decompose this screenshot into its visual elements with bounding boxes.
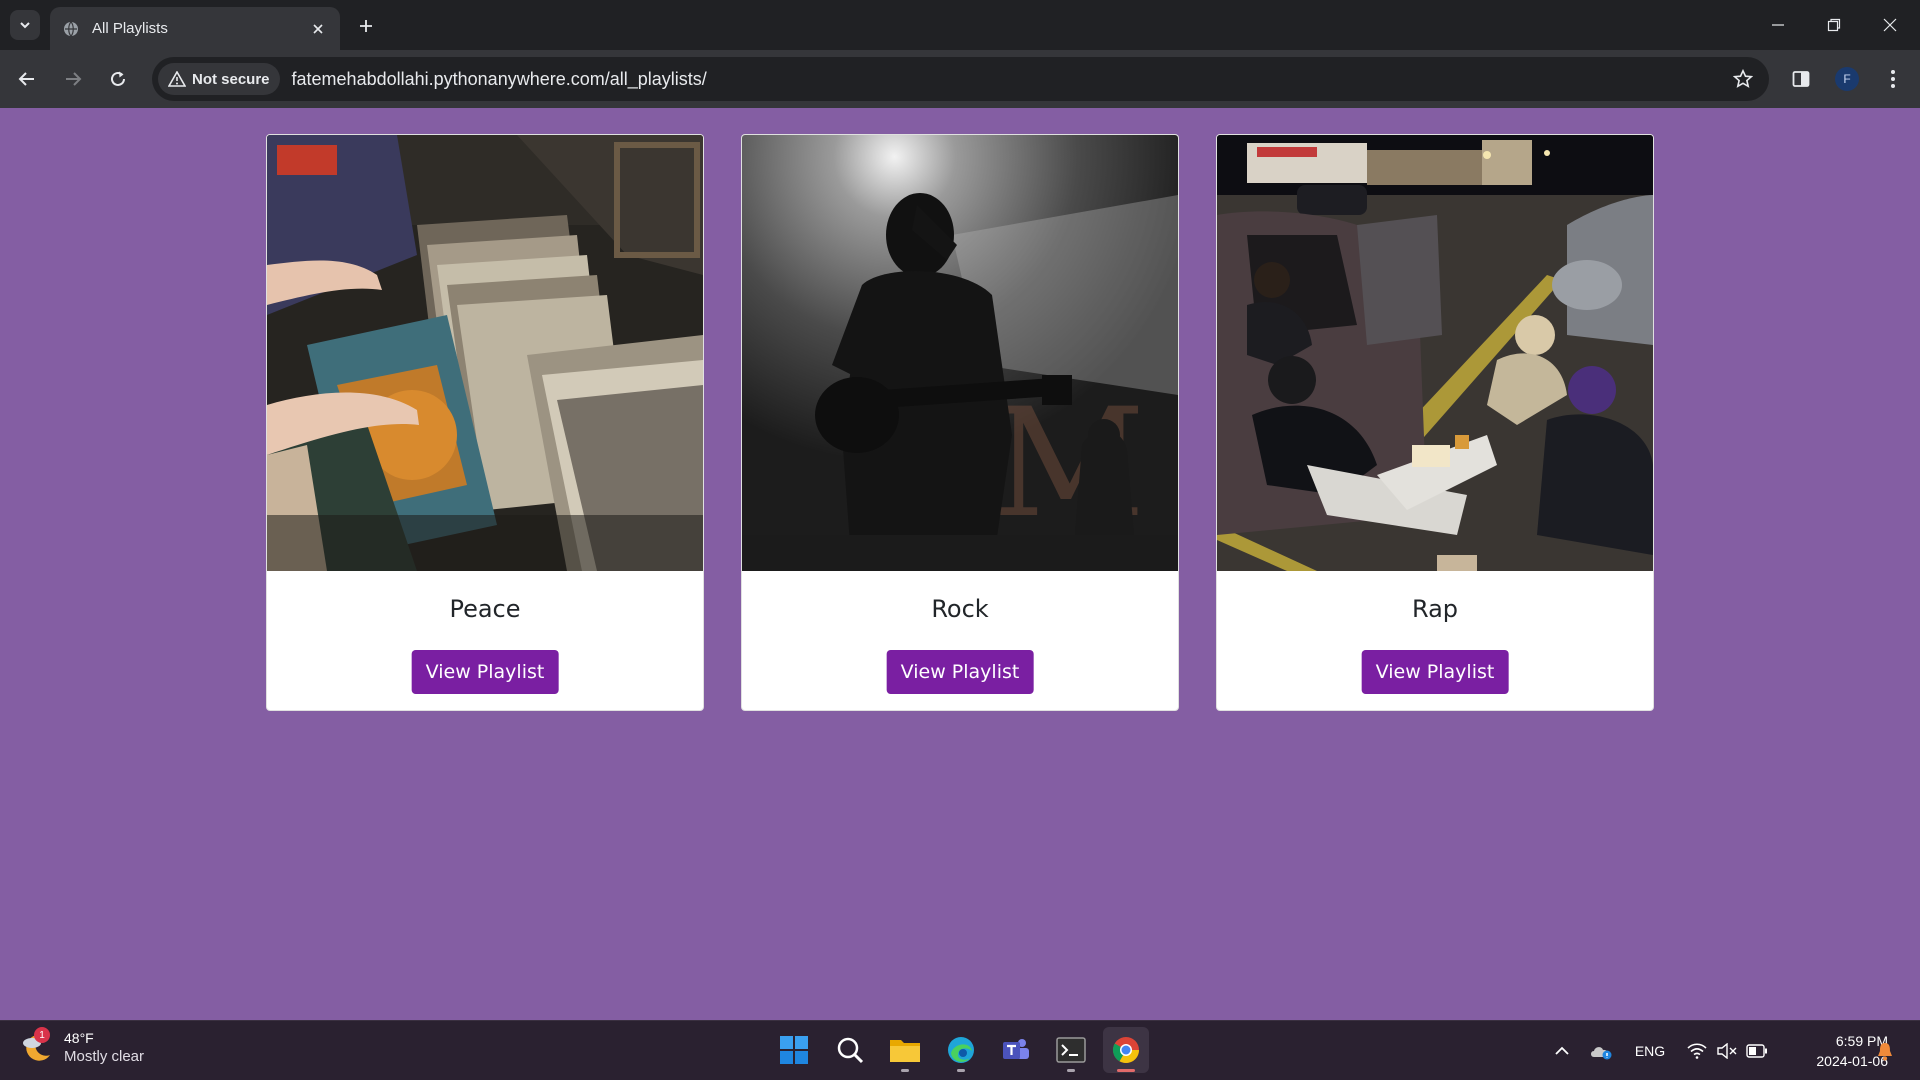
running-indicator [1067,1069,1075,1072]
browser-toolbar: Not secure fatemehabdollahi.pythonanywhe… [0,50,1920,108]
forward-button[interactable] [56,62,90,96]
view-playlist-button-rock[interactable]: View Playlist [886,650,1034,694]
friends-in-parking-lot-photo [1217,135,1653,571]
chevron-up-icon [1555,1046,1569,1055]
arrow-right-icon [66,72,82,86]
plus-icon [360,20,372,32]
avatar: F [1835,67,1859,91]
weather-moon-icon: 1 [20,1027,56,1065]
windows-taskbar: 1 48°F Mostly clear ENG 6:59 PM 2024-01-… [0,1020,1920,1080]
onedrive-icon [1591,1047,1612,1060]
globe-icon [62,20,80,38]
battery-tray[interactable] [1742,1021,1772,1080]
edge-icon [948,1037,974,1063]
warning-icon [168,71,186,87]
tab-search-button[interactable] [10,10,40,40]
start-icon [780,1036,808,1064]
close-icon [1883,18,1897,32]
restore-icon [1827,18,1841,32]
edge-button[interactable] [938,1027,984,1073]
onedrive-tray[interactable] [1586,1021,1616,1080]
volume-tray[interactable] [1712,1021,1742,1080]
url-text[interactable]: fatemehabdollahi.pythonanywhere.com/all_… [292,69,1725,90]
vinyl-records-photo [267,135,703,571]
taskbar-search-button[interactable] [827,1027,873,1073]
notifications-button[interactable] [1870,1021,1900,1080]
reload-button[interactable] [101,62,135,96]
view-playlist-button-peace[interactable]: View Playlist [411,650,559,694]
bell-icon [1878,1043,1892,1061]
playlist-card-rap: Rap View Playlist [1216,134,1654,711]
weather-badge: 1 [34,1027,50,1043]
start-button[interactable] [771,1027,817,1073]
weather-temperature: 48°F [64,1029,94,1046]
weather-widget[interactable]: 1 48°F Mostly clear [20,1027,145,1065]
side-panel-button[interactable] [1784,62,1818,96]
chrome-icon [1112,1037,1140,1064]
playlists-page: Peace View Playlist M Rock View Playlist… [0,108,1920,1020]
teams-icon [1003,1039,1029,1059]
playlist-title: Rap [1411,595,1459,623]
side-panel-icon [1792,71,1810,87]
more-vertical-icon [1891,70,1895,88]
minimize-button[interactable] [1750,0,1806,50]
teams-button[interactable] [993,1027,1039,1073]
site-info-chip[interactable]: Not secure [158,63,280,95]
running-indicator [901,1069,909,1072]
weather-condition: Mostly clear [64,1047,145,1065]
terminal-icon [1056,1037,1086,1063]
language-label: ENG [1634,1043,1666,1059]
restore-button[interactable] [1806,0,1862,50]
language-indicator[interactable]: ENG [1628,1021,1672,1080]
playlist-title: Rock [931,595,989,623]
arrow-left-icon [18,72,34,86]
playlist-card-rock: M Rock View Playlist [741,134,1179,711]
browser-tab[interactable]: All Playlists [50,7,340,50]
search-icon [837,1037,864,1064]
show-hidden-icons-button[interactable] [1548,1021,1576,1080]
new-tab-button[interactable] [352,12,380,40]
playlist-card-peace: Peace View Playlist [266,134,704,711]
file-explorer-button[interactable] [882,1027,928,1073]
bookmark-star-icon[interactable] [1725,61,1761,97]
playlist-title: Peace [449,595,521,623]
chevron-down-icon [20,22,30,29]
wifi-icon [1687,1043,1707,1059]
security-label: Not secure [192,70,270,88]
minimize-icon [1772,24,1784,26]
guitarist-silhouette-photo: M [742,135,1178,571]
chrome-button[interactable] [1103,1027,1149,1073]
browser-titlebar: All Playlists [0,0,1920,50]
close-tab-icon[interactable] [308,19,328,39]
chrome-menu-button[interactable] [1876,62,1910,96]
back-button[interactable] [10,62,44,96]
tab-title: All Playlists [92,20,168,37]
volume-muted-icon [1717,1043,1737,1059]
close-window-button[interactable] [1862,0,1918,50]
running-indicator [957,1069,965,1072]
network-tray[interactable] [1682,1021,1712,1080]
battery-icon [1746,1044,1767,1058]
running-indicator [1117,1069,1135,1072]
address-bar[interactable]: Not secure fatemehabdollahi.pythonanywhe… [152,57,1769,101]
reload-icon [111,71,125,86]
profile-button[interactable]: F [1830,62,1864,96]
file-explorer-icon [890,1040,920,1062]
view-playlist-button-rap[interactable]: View Playlist [1361,650,1509,694]
terminal-button[interactable] [1048,1027,1094,1073]
